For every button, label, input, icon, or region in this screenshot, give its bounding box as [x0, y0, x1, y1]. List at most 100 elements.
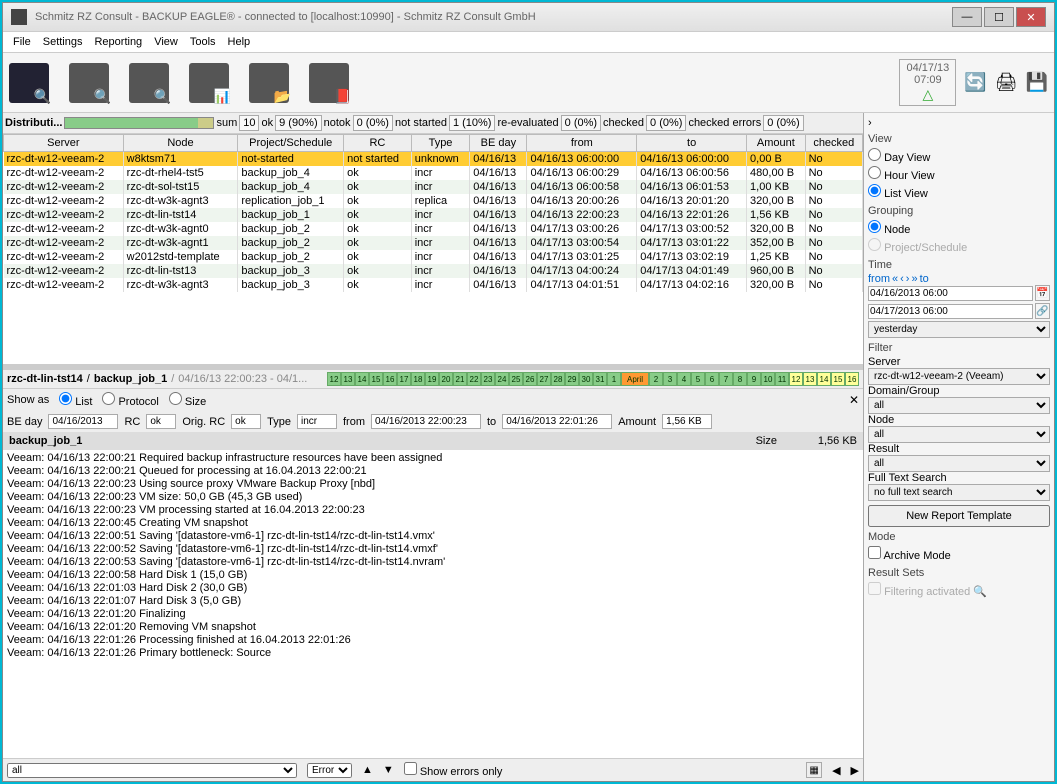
- new-report-button[interactable]: New Report Template: [868, 505, 1050, 527]
- table-row[interactable]: rzc-dt-w12-veeam-2rzc-dt-lin-tst14backup…: [4, 208, 863, 222]
- table-row[interactable]: rzc-dt-w12-veeam-2rzc-dt-w3k-agnt0backup…: [4, 222, 863, 236]
- cal-day[interactable]: 31: [593, 372, 607, 386]
- cal-day[interactable]: 20: [439, 372, 453, 386]
- cal-day[interactable]: 21: [453, 372, 467, 386]
- cal-day[interactable]: 29: [565, 372, 579, 386]
- calendar-from-icon[interactable]: 📅: [1035, 285, 1050, 301]
- table-row[interactable]: rzc-dt-w12-veeam-2rzc-dt-w3k-agnt3backup…: [4, 278, 863, 292]
- cal-day[interactable]: 18: [411, 372, 425, 386]
- menu-tools[interactable]: Tools: [184, 34, 222, 50]
- time-first-icon[interactable]: «: [892, 273, 898, 285]
- cal-day[interactable]: 28: [551, 372, 565, 386]
- close-button[interactable]: ✕: [1016, 7, 1046, 27]
- cal-day[interactable]: 26: [523, 372, 537, 386]
- table-row[interactable]: rzc-dt-w12-veeam-2rzc-dt-sol-tst15backup…: [4, 180, 863, 194]
- tool-server-folder-icon[interactable]: [249, 63, 289, 103]
- fts-select[interactable]: no full text search: [868, 484, 1050, 501]
- column-header[interactable]: Server: [4, 135, 124, 152]
- cal-day[interactable]: 7: [719, 372, 733, 386]
- domain-select[interactable]: all: [868, 397, 1050, 414]
- cal-day[interactable]: 13: [341, 372, 355, 386]
- cal-day[interactable]: 5: [691, 372, 705, 386]
- time-preset[interactable]: yesterday: [868, 321, 1050, 338]
- column-header[interactable]: Node: [123, 135, 238, 152]
- timestamp-box[interactable]: 04/17/13 07:09 △: [899, 59, 956, 106]
- tiles-icon[interactable]: ▦: [806, 762, 822, 778]
- table-row[interactable]: rzc-dt-w12-veeam-2rzc-dt-lin-tst13backup…: [4, 264, 863, 278]
- column-header[interactable]: from: [527, 135, 637, 152]
- cal-day[interactable]: 23: [481, 372, 495, 386]
- bottom-filter[interactable]: all: [7, 763, 297, 778]
- filtering-checkbox[interactable]: Filtering activated 🔍: [868, 581, 1050, 599]
- time-prev-icon[interactable]: ‹: [900, 273, 904, 285]
- beday-input[interactable]: [48, 414, 118, 429]
- next-page-icon[interactable]: ▶: [851, 764, 859, 777]
- amount-input[interactable]: [662, 414, 712, 429]
- cal-day[interactable]: 30: [579, 372, 593, 386]
- menu-reporting[interactable]: Reporting: [88, 34, 148, 50]
- error-filter[interactable]: Error: [307, 763, 352, 778]
- maximize-button[interactable]: ☐: [984, 7, 1014, 27]
- menu-settings[interactable]: Settings: [37, 34, 89, 50]
- column-header[interactable]: Amount: [747, 135, 806, 152]
- view-day[interactable]: Day View: [868, 147, 1050, 165]
- cal-day[interactable]: 12: [327, 372, 341, 386]
- cal-day[interactable]: 15: [831, 372, 845, 386]
- cal-day[interactable]: 3: [663, 372, 677, 386]
- cal-day[interactable]: 19: [425, 372, 439, 386]
- type-input[interactable]: [297, 414, 337, 429]
- server-select[interactable]: rzc-dt-w12-veeam-2 (Veeam): [868, 368, 1050, 385]
- cal-day[interactable]: 6: [705, 372, 719, 386]
- error-next-icon[interactable]: ▼: [383, 764, 394, 776]
- column-header[interactable]: checked: [805, 135, 862, 152]
- tool-server-chart-icon[interactable]: [189, 63, 229, 103]
- cal-day[interactable]: 1: [607, 372, 621, 386]
- cal-day[interactable]: 16: [845, 372, 859, 386]
- print-icon[interactable]: 🖨: [995, 72, 1018, 93]
- column-header[interactable]: Type: [411, 135, 470, 152]
- rc-input[interactable]: [146, 414, 176, 429]
- cal-day[interactable]: 9: [747, 372, 761, 386]
- menu-file[interactable]: File: [7, 34, 37, 50]
- collapse-icon[interactable]: ›: [868, 117, 872, 129]
- origrc-input[interactable]: [231, 414, 261, 429]
- cal-day[interactable]: 22: [467, 372, 481, 386]
- table-row[interactable]: rzc-dt-w12-veeam-2w2012std-templatebacku…: [4, 250, 863, 264]
- cal-day[interactable]: 4: [677, 372, 691, 386]
- column-header[interactable]: to: [637, 135, 747, 152]
- table-row[interactable]: rzc-dt-w12-veeam-2rzc-dt-w3k-agnt3replic…: [4, 194, 863, 208]
- showas-list[interactable]: List: [59, 392, 92, 408]
- group-project[interactable]: Project/Schedule: [868, 237, 1050, 255]
- error-prev-icon[interactable]: ▲: [362, 764, 373, 776]
- refresh-icon[interactable]: 🔄: [964, 72, 986, 93]
- menu-help[interactable]: Help: [222, 34, 257, 50]
- prev-page-icon[interactable]: ◀: [832, 764, 840, 777]
- cal-day[interactable]: 2: [649, 372, 663, 386]
- time-to-input[interactable]: [868, 304, 1033, 319]
- link-icon[interactable]: 🔗: [1035, 303, 1050, 319]
- cal-day[interactable]: 15: [369, 372, 383, 386]
- group-node[interactable]: Node: [868, 219, 1050, 237]
- minimize-button[interactable]: —: [952, 7, 982, 27]
- detail-close-icon[interactable]: ✕: [849, 393, 859, 407]
- backup-table[interactable]: ServerNodeProject/ScheduleRCTypeBE dayfr…: [3, 134, 863, 292]
- column-header[interactable]: Project/Schedule: [238, 135, 344, 152]
- cal-day[interactable]: 14: [817, 372, 831, 386]
- table-row[interactable]: rzc-dt-w12-veeam-2rzc-dt-w3k-agnt1backup…: [4, 236, 863, 250]
- from-input[interactable]: [371, 414, 481, 429]
- view-hour[interactable]: Hour View: [868, 165, 1050, 183]
- cal-day[interactable]: 13: [803, 372, 817, 386]
- menu-view[interactable]: View: [148, 34, 184, 50]
- cal-day[interactable]: 8: [733, 372, 747, 386]
- cal-day[interactable]: 25: [509, 372, 523, 386]
- tool-server-book-icon[interactable]: [309, 63, 349, 103]
- view-list[interactable]: List View: [868, 183, 1050, 201]
- tool-monitor-search-icon[interactable]: [9, 63, 49, 103]
- cal-day[interactable]: 11: [775, 372, 789, 386]
- time-next-icon[interactable]: ›: [906, 273, 910, 285]
- tool-laptop-search-icon[interactable]: [69, 63, 109, 103]
- table-row[interactable]: rzc-dt-w12-veeam-2w8ktsm71not-startednot…: [4, 152, 863, 167]
- time-last-icon[interactable]: »: [911, 273, 917, 285]
- cal-day[interactable]: April: [621, 372, 649, 386]
- cal-day[interactable]: 16: [383, 372, 397, 386]
